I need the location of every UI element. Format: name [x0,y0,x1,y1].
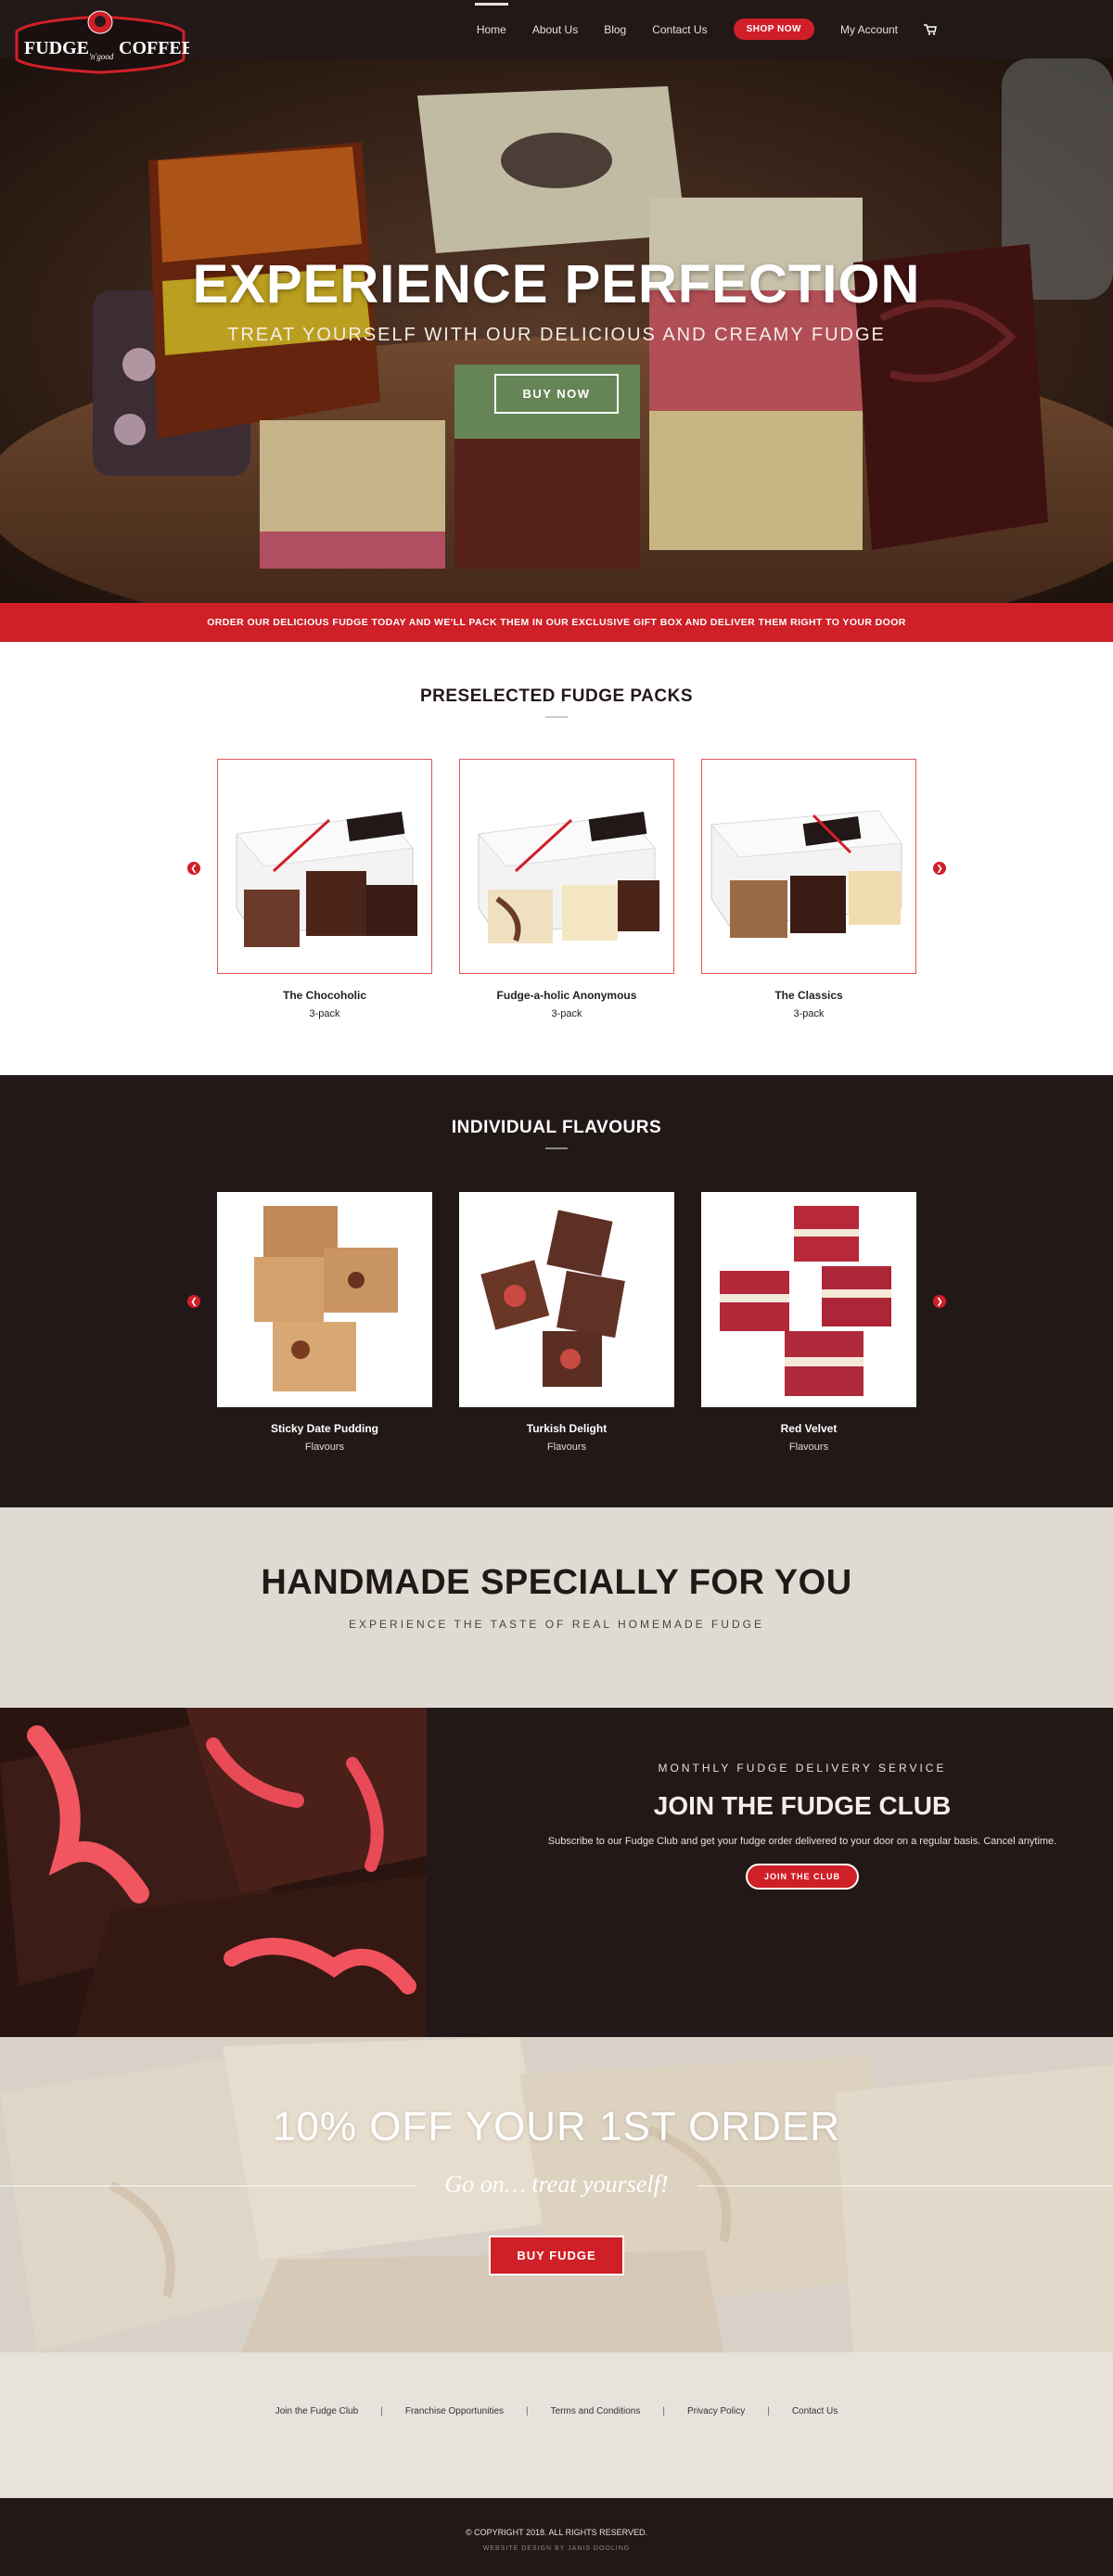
pack-image[interactable] [459,759,674,974]
promo-title: 10% OFF YOUR 1ST ORDER [272,2104,841,2149]
cart-icon[interactable] [924,23,937,35]
fudge-club-content: MONTHLY FUDGE DELIVERY SERVICE JOIN THE … [519,1762,1085,1890]
join-the-club-button[interactable]: JOIN THE CLUB [745,1864,859,1890]
hero-section: EXPERIENCE PERFECTION TREAT YOURSELF WIT… [0,58,1113,603]
svg-text:'n'good: 'n'good [89,52,114,61]
pack-name[interactable]: Fudge-a-holic Anonymous [459,989,674,1002]
handmade-title: HANDMADE SPECIALLY FOR YOU [261,1563,852,1602]
svg-text:FUDGE: FUDGE [24,38,89,58]
footer-separator: | [767,2406,770,2416]
pack-image[interactable] [701,759,916,974]
shop-now-button[interactable]: SHOP NOW [733,19,814,40]
svg-text:COFFEE: COFFEE [119,38,189,58]
footer-link-terms[interactable]: Terms and Conditions [551,2406,641,2416]
promo-tagline-row: Go on… treat yourself! [0,2171,1113,2198]
hero-text: EXPERIENCE PERFECTION TREAT YOURSELF WIT… [0,253,1113,414]
flavour-category: Flavours [304,1442,345,1453]
flavour-category: Flavours [788,1442,829,1453]
club-kicker: MONTHLY FUDGE DELIVERY SERVICE [658,1762,947,1775]
nav-about-us[interactable]: About Us [532,23,578,36]
carousel-next-arrow-icon[interactable]: ❯ [933,862,946,875]
flavour-image[interactable] [701,1192,916,1407]
pack-card-chocoholic[interactable]: The Chocoholic 3-pack [217,759,432,1019]
hero-subtitle: TREAT YOURSELF WITH OUR DELICIOUS AND CR… [227,325,886,345]
carousel-prev-arrow-icon[interactable]: ❮ [187,1295,200,1308]
club-fudge-image [0,1708,427,2037]
buy-now-button[interactable]: BUY NOW [494,374,619,414]
nav-blog[interactable]: Blog [604,23,626,36]
footer-separator: | [662,2406,665,2416]
gift-box-banner: ORDER OUR DELICIOUS FUDGE TODAY AND WE'L… [0,603,1113,642]
nav-my-account[interactable]: My Account [840,23,898,36]
title-divider [545,716,568,718]
title-divider [545,1147,568,1149]
footer-link-fudge-club[interactable]: Join the Fudge Club [275,2406,359,2416]
footer-separator: | [526,2406,529,2416]
flavour-image[interactable] [459,1192,674,1407]
hero-title: EXPERIENCE PERFECTION [192,254,921,314]
nav-home[interactable]: Home [474,2,508,36]
discount-promo-section: 10% OFF YOUR 1ST ORDER Go on… treat your… [0,2037,1113,2352]
flavour-card-turkish-delight[interactable]: Turkish Delight Flavours [459,1192,674,1453]
nav-contact-us[interactable]: Contact Us [652,23,707,36]
footer-link-contact[interactable]: Contact Us [792,2406,838,2416]
flavour-name[interactable]: Red Velvet [701,1422,916,1435]
footer-link-privacy[interactable]: Privacy Policy [687,2406,745,2416]
flavour-card-red-velvet[interactable]: Red Velvet Flavours [701,1192,916,1453]
carousel-prev-arrow-icon[interactable]: ❮ [187,862,200,875]
footer-bottom: © COPYRIGHT 2018. ALL RIGHTS RESERVED. W… [0,2498,1113,2576]
pack-image[interactable] [217,759,432,974]
club-description: Subscribe to our Fudge Club and get your… [547,1836,1057,1847]
flavour-card-sticky-date[interactable]: Sticky Date Pudding Flavours [217,1192,432,1453]
packs-title: PRESELECTED FUDGE PACKS [419,686,694,706]
pack-size: 3-pack [793,1008,825,1019]
footer-separator: | [380,2406,383,2416]
promo-content: 10% OFF YOUR 1ST ORDER Go on… treat your… [0,2104,1113,2275]
fudge-n-good-coffee-logo[interactable]: FUDGE 'n'good COFFEE [11,7,189,76]
footer-links: Join the Fudge Club | Franchise Opportun… [0,2352,1113,2498]
pack-name[interactable]: The Chocoholic [217,989,432,1002]
flavour-name[interactable]: Turkish Delight [459,1422,674,1435]
footer-link-franchise[interactable]: Franchise Opportunities [405,2406,504,2416]
fudge-club-section: MONTHLY FUDGE DELIVERY SERVICE JOIN THE … [0,1708,1113,2037]
carousel-next-arrow-icon[interactable]: ❯ [933,1295,946,1308]
individual-flavours-section: INDIVIDUAL FLAVOURS ❮ Sticky Date Puddin… [0,1075,1113,1507]
page: FUDGE 'n'good COFFEE Home About Us Blog … [0,0,1113,2576]
pack-size: 3-pack [551,1008,582,1019]
handmade-section: HANDMADE SPECIALLY FOR YOU EXPERIENCE TH… [0,1507,1113,1708]
club-title: JOIN THE FUDGE CLUB [653,1791,952,1820]
pack-name[interactable]: The Classics [701,989,916,1002]
handmade-subtitle: EXPERIENCE THE TASTE OF REAL HOMEMADE FU… [349,1618,764,1631]
flavour-image[interactable] [217,1192,432,1407]
pack-card-classics[interactable]: The Classics 3-pack [701,759,916,1019]
design-credit[interactable]: WEBSITE DESIGN BY JANIS DOOLING [0,2545,1113,2552]
preselected-packs-section: PRESELECTED FUDGE PACKS ❮ The Chocoholic… [0,642,1113,1075]
site-header: FUDGE 'n'good COFFEE Home About Us Blog … [0,0,1113,74]
flavour-category: Flavours [546,1442,587,1453]
pack-card-fudge-a-holic[interactable]: Fudge-a-holic Anonymous 3-pack [459,759,674,1019]
buy-fudge-button[interactable]: BUY FUDGE [489,2236,624,2275]
footer-link-row: Join the Fudge Club | Franchise Opportun… [0,2406,1113,2416]
flavour-name[interactable]: Sticky Date Pudding [217,1422,432,1435]
promo-tagline: Go on… treat yourself! [444,2171,669,2198]
copyright-text: © COPYRIGHT 2018. ALL RIGHTS RESERVED. [465,2528,648,2537]
main-nav: Home About Us Blog Contact Us SHOP NOW M… [451,0,937,58]
pack-size: 3-pack [309,1008,340,1019]
flavours-title: INDIVIDUAL FLAVOURS [451,1118,662,1137]
